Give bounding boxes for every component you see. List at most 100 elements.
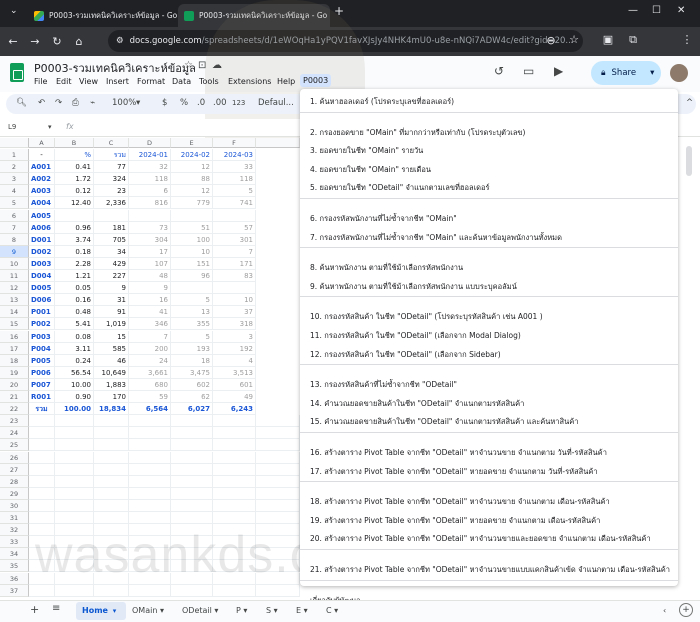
grid-cell[interactable]: 5 <box>171 294 213 307</box>
grid-cell[interactable] <box>213 499 256 512</box>
row-header[interactable]: 2 <box>0 161 29 174</box>
grid-cell[interactable]: P003 <box>29 330 55 343</box>
chevron-down-icon[interactable]: ▾ <box>650 68 654 78</box>
grid-cell[interactable]: 24 <box>129 354 171 367</box>
menu-item[interactable]: 5. ยอดขายในชีท "ODetail" จำแนกตามเลขที่ฮ… <box>310 182 490 194</box>
scroll-left-icon[interactable]: ‹ <box>663 606 666 615</box>
grid-cell[interactable]: 37 <box>213 306 256 319</box>
grid-cell[interactable]: 4 <box>213 354 256 367</box>
home-icon[interactable]: ⌂ <box>68 35 90 48</box>
grid-cell[interactable]: 10,649 <box>94 366 129 379</box>
grid-cell[interactable]: 585 <box>94 342 129 355</box>
grid-cell[interactable]: D006 <box>29 294 55 307</box>
grid-cell[interactable]: 680 <box>129 378 171 391</box>
grid-cell[interactable] <box>55 415 94 428</box>
history-icon[interactable]: ↺ <box>494 64 504 78</box>
grid-cell[interactable]: 0.24 <box>55 354 94 367</box>
sheet-tab-omain[interactable]: OMain ▾ <box>132 606 164 615</box>
grid-cell[interactable]: D003 <box>29 257 55 270</box>
grid-cell[interactable]: 170 <box>94 391 129 404</box>
grid-cell[interactable]: 51 <box>171 221 213 234</box>
grid-cell[interactable]: 23 <box>94 185 129 198</box>
menu-item[interactable]: 9. ค้นหาพนักงาน ตามที่ใช้ม้าเลือกรหัสพนั… <box>310 281 517 293</box>
grid-cell[interactable]: P002 <box>29 318 55 331</box>
sheets-logo-icon[interactable] <box>10 63 24 82</box>
grid-cell[interactable]: 49 <box>213 391 256 404</box>
grid-cell[interactable]: 12 <box>171 185 213 198</box>
grid-cell[interactable]: 1.21 <box>55 270 94 283</box>
grid-cell[interactable] <box>171 427 213 440</box>
grid-cell[interactable]: 18 <box>171 354 213 367</box>
grid-cell[interactable] <box>256 451 300 464</box>
grid-cell[interactable] <box>256 463 300 476</box>
grid-cell[interactable] <box>129 427 171 440</box>
grid-cell[interactable] <box>213 439 256 452</box>
name-box-dropdown-icon[interactable]: ▾ <box>48 123 52 131</box>
grid-cell[interactable]: 62 <box>171 391 213 404</box>
grid-cell[interactable] <box>55 475 94 488</box>
sheet-tab-c[interactable]: C ▾ <box>326 606 338 615</box>
menu-item[interactable]: 20. สร้างตาราง Pivot Table จากชีท "ODeta… <box>310 533 651 545</box>
row-header[interactable]: 9 <box>0 245 29 258</box>
menu-item[interactable]: 18. สร้างตาราง Pivot Table จากชีท "ODeta… <box>310 496 610 508</box>
grid-cell[interactable] <box>213 512 256 525</box>
grid-cell[interactable]: 2.28 <box>55 257 94 270</box>
grid-cell[interactable]: 6,243 <box>213 403 256 416</box>
row-header[interactable]: 29 <box>0 487 29 500</box>
grid-cell[interactable]: 705 <box>94 233 129 246</box>
grid-cell[interactable] <box>256 475 300 488</box>
menu-item[interactable]: 14. คำนวณยอดขายสินค้าในชีท "ODetail" จำแ… <box>310 398 524 410</box>
grid-cell[interactable]: A005 <box>29 209 55 222</box>
grid-cell[interactable] <box>213 282 256 295</box>
grid-cell[interactable] <box>213 475 256 488</box>
grid-cell[interactable] <box>129 512 171 525</box>
grid-cell[interactable]: P005 <box>29 354 55 367</box>
grid-cell[interactable]: 0.08 <box>55 330 94 343</box>
grid-cell[interactable] <box>94 475 129 488</box>
explore-icon[interactable]: + <box>679 603 693 617</box>
row-header[interactable]: 20 <box>0 378 29 391</box>
meet-icon[interactable]: ▶ <box>554 64 563 78</box>
grid-cell[interactable] <box>171 451 213 464</box>
grid-cell[interactable]: 5 <box>213 185 256 198</box>
menu-edit[interactable]: Edit <box>56 77 72 86</box>
grid-cell[interactable] <box>129 487 171 500</box>
menu-item[interactable]: 8. ค้นหาพนักงาน ตามที่ใช้ม้าเลือกรหัสพนั… <box>310 262 463 274</box>
grid-cell[interactable] <box>94 439 129 452</box>
collapse-toolbar-icon[interactable]: ^ <box>686 98 693 108</box>
grid-cell[interactable]: P004 <box>29 342 55 355</box>
grid-cell[interactable]: 3.11 <box>55 342 94 355</box>
grid-cell[interactable]: 200 <box>129 342 171 355</box>
grid-cell[interactable] <box>256 512 300 525</box>
grid-cell[interactable]: 3,513 <box>213 366 256 379</box>
grid-cell[interactable]: 193 <box>171 342 213 355</box>
decrease-decimal-button[interactable]: .0 <box>197 98 205 108</box>
grid-cell[interactable] <box>171 512 213 525</box>
grid-cell[interactable] <box>256 415 300 428</box>
grid-cell[interactable]: 34 <box>94 245 129 258</box>
row-header[interactable]: 6 <box>0 209 29 222</box>
row-header[interactable]: 11 <box>0 270 29 283</box>
grid-cell[interactable]: 33 <box>213 161 256 174</box>
header-cell[interactable]: - <box>29 149 55 162</box>
grid-cell[interactable] <box>213 463 256 476</box>
grid-cell[interactable] <box>94 463 129 476</box>
row-header[interactable]: 13 <box>0 294 29 307</box>
grid-cell[interactable]: 59 <box>129 391 171 404</box>
menu-view[interactable]: View <box>79 77 98 86</box>
grid-cell[interactable]: A002 <box>29 173 55 186</box>
grid-cell[interactable]: 100.00 <box>55 403 94 416</box>
grid-cell[interactable]: 741 <box>213 197 256 210</box>
grid-cell[interactable] <box>129 451 171 464</box>
column-header[interactable]: B <box>55 138 94 148</box>
menu-item[interactable]: 15. คำนวณยอดขายสินค้าในชีท "ODetail" จำแ… <box>310 416 578 428</box>
back-icon[interactable]: ← <box>2 35 24 48</box>
comment-icon[interactable]: ▭ <box>523 64 534 78</box>
column-header[interactable]: C <box>94 138 129 148</box>
header-cell[interactable]: 2024-02 <box>171 149 213 162</box>
grid-cell[interactable] <box>171 475 213 488</box>
grid-cell[interactable]: 0.41 <box>55 161 94 174</box>
font-select[interactable]: Defaul... <box>258 98 294 108</box>
row-header[interactable]: 15 <box>0 318 29 331</box>
grid-cell[interactable] <box>55 427 94 440</box>
